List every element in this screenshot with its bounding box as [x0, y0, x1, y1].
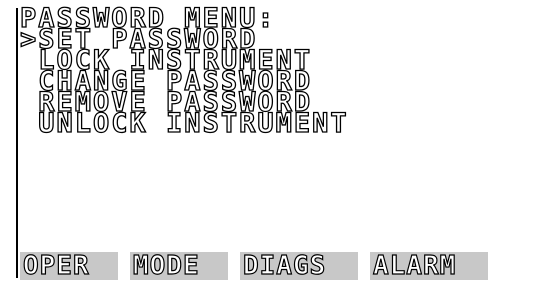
softkey-mode[interactable]: MODE: [130, 251, 228, 281]
softkey-oper[interactable]: OPER: [20, 251, 118, 281]
menu-item-unlock-instrument[interactable]: UNLOCK INSTRUMENT: [20, 109, 520, 137]
lcd-screen: PASSWORD MENU: >SET PASSWORD LOCK INSTRU…: [19, 4, 520, 137]
softkey-alarm[interactable]: ALARM: [370, 251, 488, 281]
menu-item-label: UNLOCK INSTRUMENT: [38, 108, 349, 139]
softkey-diags[interactable]: DIAGS: [240, 251, 358, 281]
screen-left-border: [16, 8, 18, 278]
menu-item-prefix: [20, 108, 38, 139]
softkey-bar: OPER MODE DIAGS ALARM: [20, 251, 530, 281]
